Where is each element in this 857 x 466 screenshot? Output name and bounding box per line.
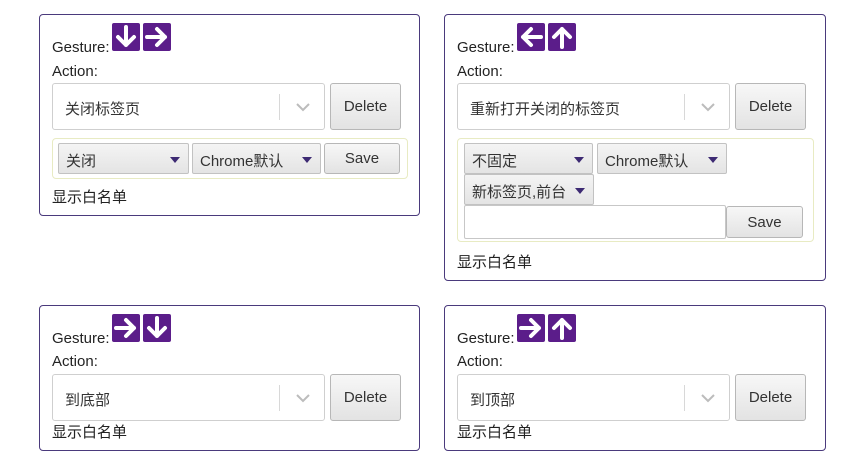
gesture-card-1: Gesture: Action: 关闭标签页 Delete 关闭 Chrome默… <box>39 14 420 216</box>
behavior-select[interactable]: Chrome默认 <box>597 143 727 174</box>
delete-button[interactable]: Delete <box>330 374 401 421</box>
action-label: Action: <box>457 63 503 80</box>
chevron-down-icon <box>701 394 715 403</box>
chevron-down-icon <box>296 103 310 112</box>
arrow-right-icon <box>517 314 545 342</box>
select-separator <box>279 94 280 120</box>
action-options-panel: 关闭 Chrome默认 Save <box>52 138 408 179</box>
select-separator <box>684 94 685 120</box>
behavior-select-value: Chrome默认 <box>200 153 284 170</box>
behavior-select[interactable]: Chrome默认 <box>192 143 321 174</box>
tab-position-select-value: 新标签页,前台 <box>472 184 567 201</box>
pin-select[interactable]: 不固定 <box>464 143 593 174</box>
behavior-select-value: Chrome默认 <box>605 153 689 170</box>
action-select[interactable]: 重新打开关闭的标签页 <box>457 83 730 130</box>
arrow-up-icon <box>548 314 576 342</box>
action-label: Action: <box>52 353 98 370</box>
gesture-card-2: Gesture: Action: 重新打开关闭的标签页 Delete 不固定 C… <box>444 14 826 281</box>
chevron-down-icon <box>701 103 715 112</box>
dropdown-triangle-icon <box>708 157 718 163</box>
action-select[interactable]: 关闭标签页 <box>52 83 325 130</box>
arrow-down-icon <box>143 314 171 342</box>
dropdown-triangle-icon <box>575 188 585 194</box>
show-whitelist-link[interactable]: 显示白名单 <box>457 424 532 442</box>
save-button[interactable]: Save <box>324 143 400 174</box>
dropdown-triangle-icon <box>170 157 180 163</box>
save-button[interactable]: Save <box>726 206 803 238</box>
tab-close-select-value: 关闭 <box>66 153 97 170</box>
action-select[interactable]: 到底部 <box>52 374 325 421</box>
arrow-up-icon <box>548 23 576 51</box>
show-whitelist-link[interactable]: 显示白名单 <box>52 424 127 442</box>
action-label: Action: <box>52 63 98 80</box>
pin-select-value: 不固定 <box>472 153 518 170</box>
action-select-value: 到顶部 <box>470 392 516 409</box>
action-options-panel: 不固定 Chrome默认 新标签页,前台 Save <box>457 138 814 242</box>
show-whitelist-link[interactable]: 显示白名单 <box>52 189 127 207</box>
gesture-label: Gesture: <box>457 39 515 56</box>
action-select-value: 到底部 <box>65 392 111 409</box>
arrow-left-icon <box>517 23 545 51</box>
arrow-right-icon <box>143 23 171 51</box>
action-select-value: 关闭标签页 <box>65 101 141 118</box>
tab-close-select[interactable]: 关闭 <box>58 143 189 174</box>
url-input[interactable] <box>464 205 726 239</box>
dropdown-triangle-icon <box>574 157 584 163</box>
gesture-card-3: Gesture: Action: 到底部 Delete 显示白名单 <box>39 305 420 451</box>
delete-button[interactable]: Delete <box>735 83 806 130</box>
gesture-label: Gesture: <box>52 330 110 347</box>
select-separator <box>684 385 685 411</box>
gesture-card-4: Gesture: Action: 到顶部 Delete 显示白名单 <box>444 305 826 451</box>
action-select-value: 重新打开关闭的标签页 <box>470 101 621 118</box>
delete-button[interactable]: Delete <box>735 374 806 421</box>
delete-button[interactable]: Delete <box>330 83 401 130</box>
action-select[interactable]: 到顶部 <box>457 374 730 421</box>
chevron-down-icon <box>296 394 310 403</box>
dropdown-triangle-icon <box>302 157 312 163</box>
arrow-down-icon <box>112 23 140 51</box>
arrow-right-icon <box>112 314 140 342</box>
select-separator <box>279 385 280 411</box>
action-label: Action: <box>457 353 503 370</box>
show-whitelist-link[interactable]: 显示白名单 <box>457 254 532 272</box>
gesture-label: Gesture: <box>52 39 110 56</box>
gesture-label: Gesture: <box>457 330 515 347</box>
tab-position-select[interactable]: 新标签页,前台 <box>464 174 594 205</box>
